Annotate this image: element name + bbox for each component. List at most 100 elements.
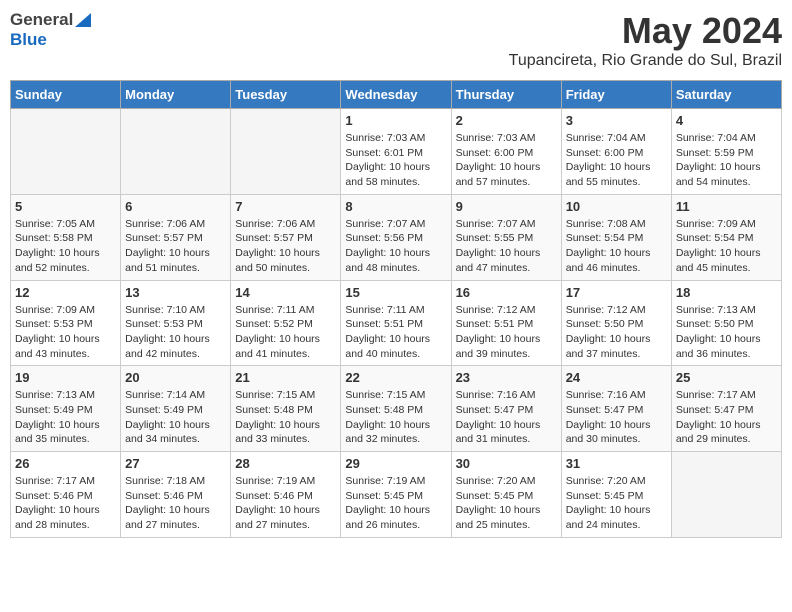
calendar-cell: 26 Sunrise: 7:17 AMSunset: 5:46 PMDayligh…	[11, 452, 121, 538]
calendar-cell: 11Sunrise: 7:09 AMSunset: 5:54 PMDayligh…	[671, 194, 781, 280]
logo: General Blue	[10, 10, 92, 50]
calendar-cell	[671, 452, 781, 538]
day-number: 5	[15, 199, 116, 214]
logo-blue-text: Blue	[10, 30, 47, 50]
calendar-cell: 8 Sunrise: 7:07 AMSunset: 5:56 PMDaylight…	[341, 194, 451, 280]
calendar-cell: 6 Sunrise: 7:06 AMSunset: 5:57 PMDaylight…	[121, 194, 231, 280]
day-info: Sunrise: 7:11 AMSunset: 5:51 PMDaylight:…	[345, 303, 446, 362]
calendar-cell: 14 Sunrise: 7:11 AMSunset: 5:52 PMDayligh…	[231, 280, 341, 366]
calendar-cell: 27 Sunrise: 7:18 AMSunset: 5:46 PMDayligh…	[121, 452, 231, 538]
day-header-saturday: Saturday	[671, 81, 781, 109]
month-title: May 2024	[509, 10, 782, 52]
day-info: Sunrise: 7:20 AMSunset: 5:45 PMDaylight:…	[566, 474, 667, 533]
day-number: 18	[676, 285, 777, 300]
calendar-cell: 19Sunrise: 7:13 AMSunset: 5:49 PMDayligh…	[11, 366, 121, 452]
calendar-cell: 17 Sunrise: 7:12 AMSunset: 5:50 PMDayligh…	[561, 280, 671, 366]
calendar-week-row: 12 Sunrise: 7:09 AMSunset: 5:53 PMDayligh…	[11, 280, 782, 366]
day-info: Sunrise: 7:17 AMSunset: 5:46 PMDaylight:…	[15, 474, 116, 533]
calendar-cell: 13Sunrise: 7:10 AMSunset: 5:53 PMDayligh…	[121, 280, 231, 366]
day-info: Sunrise: 7:06 AMSunset: 5:57 PMDaylight:…	[235, 217, 336, 276]
page-header: General Blue May 2024 Tupancireta, Rio G…	[10, 10, 782, 70]
day-info: Sunrise: 7:03 AMSunset: 6:00 PMDaylight:…	[456, 131, 557, 190]
day-number: 21	[235, 370, 336, 385]
calendar-cell: 3 Sunrise: 7:04 AMSunset: 6:00 PMDaylight…	[561, 109, 671, 195]
day-number: 16	[456, 285, 557, 300]
day-number: 9	[456, 199, 557, 214]
day-number: 31	[566, 456, 667, 471]
calendar-cell: 20 Sunrise: 7:14 AMSunset: 5:49 PMDayligh…	[121, 366, 231, 452]
logo-general-text: General	[10, 10, 73, 30]
calendar-cell: 7Sunrise: 7:06 AMSunset: 5:57 PMDaylight…	[231, 194, 341, 280]
calendar-header-row: SundayMondayTuesdayWednesdayThursdayFrid…	[11, 81, 782, 109]
day-info: Sunrise: 7:04 AMSunset: 5:59 PMDaylight:…	[676, 131, 777, 190]
day-number: 26	[15, 456, 116, 471]
calendar-cell: 4 Sunrise: 7:04 AMSunset: 5:59 PMDaylight…	[671, 109, 781, 195]
day-number: 29	[345, 456, 446, 471]
calendar-cell: 24Sunrise: 7:16 AMSunset: 5:47 PMDayligh…	[561, 366, 671, 452]
day-number: 22	[345, 370, 446, 385]
calendar-cell: 22 Sunrise: 7:15 AMSunset: 5:48 PMDayligh…	[341, 366, 451, 452]
day-number: 14	[235, 285, 336, 300]
calendar-cell: 29 Sunrise: 7:19 AMSunset: 5:45 PMDayligh…	[341, 452, 451, 538]
day-number: 2	[456, 113, 557, 128]
calendar-week-row: 19Sunrise: 7:13 AMSunset: 5:49 PMDayligh…	[11, 366, 782, 452]
title-section: May 2024 Tupancireta, Rio Grande do Sul,…	[509, 10, 782, 70]
day-info: Sunrise: 7:11 AMSunset: 5:52 PMDaylight:…	[235, 303, 336, 362]
calendar-cell	[11, 109, 121, 195]
day-number: 30	[456, 456, 557, 471]
day-header-tuesday: Tuesday	[231, 81, 341, 109]
day-info: Sunrise: 7:04 AMSunset: 6:00 PMDaylight:…	[566, 131, 667, 190]
calendar-cell: 16 Sunrise: 7:12 AMSunset: 5:51 PMDayligh…	[451, 280, 561, 366]
calendar-week-row: 1Sunrise: 7:03 AMSunset: 6:01 PMDaylight…	[11, 109, 782, 195]
logo-triangle-icon	[75, 13, 91, 27]
day-number: 3	[566, 113, 667, 128]
day-number: 25	[676, 370, 777, 385]
calendar-cell: 25Sunrise: 7:17 AMSunset: 5:47 PMDayligh…	[671, 366, 781, 452]
day-info: Sunrise: 7:16 AMSunset: 5:47 PMDaylight:…	[456, 388, 557, 447]
calendar-cell: 23Sunrise: 7:16 AMSunset: 5:47 PMDayligh…	[451, 366, 561, 452]
day-number: 4	[676, 113, 777, 128]
day-number: 20	[125, 370, 226, 385]
day-header-wednesday: Wednesday	[341, 81, 451, 109]
day-info: Sunrise: 7:16 AMSunset: 5:47 PMDaylight:…	[566, 388, 667, 447]
day-number: 8	[345, 199, 446, 214]
day-number: 1	[345, 113, 446, 128]
calendar-cell: 5Sunrise: 7:05 AMSunset: 5:58 PMDaylight…	[11, 194, 121, 280]
day-number: 28	[235, 456, 336, 471]
day-info: Sunrise: 7:18 AMSunset: 5:46 PMDaylight:…	[125, 474, 226, 533]
day-info: Sunrise: 7:19 AMSunset: 5:46 PMDaylight:…	[235, 474, 336, 533]
calendar-cell	[231, 109, 341, 195]
day-info: Sunrise: 7:09 AMSunset: 5:53 PMDaylight:…	[15, 303, 116, 362]
day-number: 11	[676, 199, 777, 214]
calendar-cell: 15Sunrise: 7:11 AMSunset: 5:51 PMDayligh…	[341, 280, 451, 366]
day-header-thursday: Thursday	[451, 81, 561, 109]
day-number: 27	[125, 456, 226, 471]
day-info: Sunrise: 7:12 AMSunset: 5:51 PMDaylight:…	[456, 303, 557, 362]
day-info: Sunrise: 7:15 AMSunset: 5:48 PMDaylight:…	[345, 388, 446, 447]
day-info: Sunrise: 7:13 AMSunset: 5:50 PMDaylight:…	[676, 303, 777, 362]
day-header-monday: Monday	[121, 81, 231, 109]
day-info: Sunrise: 7:14 AMSunset: 5:49 PMDaylight:…	[125, 388, 226, 447]
day-number: 13	[125, 285, 226, 300]
day-number: 17	[566, 285, 667, 300]
day-info: Sunrise: 7:07 AMSunset: 5:55 PMDaylight:…	[456, 217, 557, 276]
day-info: Sunrise: 7:20 AMSunset: 5:45 PMDaylight:…	[456, 474, 557, 533]
calendar-cell: 10Sunrise: 7:08 AMSunset: 5:54 PMDayligh…	[561, 194, 671, 280]
day-info: Sunrise: 7:12 AMSunset: 5:50 PMDaylight:…	[566, 303, 667, 362]
day-info: Sunrise: 7:08 AMSunset: 5:54 PMDaylight:…	[566, 217, 667, 276]
day-number: 6	[125, 199, 226, 214]
day-number: 12	[15, 285, 116, 300]
calendar-cell: 2 Sunrise: 7:03 AMSunset: 6:00 PMDaylight…	[451, 109, 561, 195]
day-info: Sunrise: 7:13 AMSunset: 5:49 PMDaylight:…	[15, 388, 116, 447]
day-header-friday: Friday	[561, 81, 671, 109]
calendar-cell: 9 Sunrise: 7:07 AMSunset: 5:55 PMDaylight…	[451, 194, 561, 280]
day-info: Sunrise: 7:19 AMSunset: 5:45 PMDaylight:…	[345, 474, 446, 533]
day-info: Sunrise: 7:15 AMSunset: 5:48 PMDaylight:…	[235, 388, 336, 447]
calendar-cell: 28 Sunrise: 7:19 AMSunset: 5:46 PMDayligh…	[231, 452, 341, 538]
calendar-cell: 31 Sunrise: 7:20 AMSunset: 5:45 PMDayligh…	[561, 452, 671, 538]
day-info: Sunrise: 7:07 AMSunset: 5:56 PMDaylight:…	[345, 217, 446, 276]
location: Tupancireta, Rio Grande do Sul, Brazil	[509, 52, 782, 70]
calendar-cell: 18 Sunrise: 7:13 AMSunset: 5:50 PMDayligh…	[671, 280, 781, 366]
day-info: Sunrise: 7:06 AMSunset: 5:57 PMDaylight:…	[125, 217, 226, 276]
calendar-cell: 30 Sunrise: 7:20 AMSunset: 5:45 PMDayligh…	[451, 452, 561, 538]
